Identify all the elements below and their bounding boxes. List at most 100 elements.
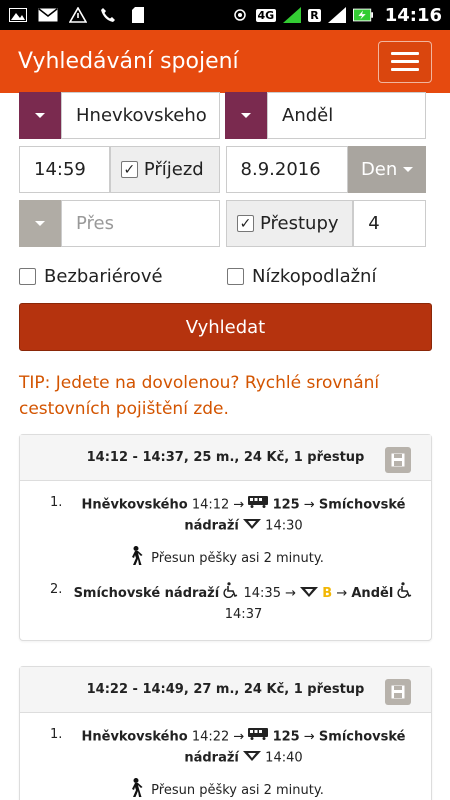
day-button-label: Den <box>360 159 398 180</box>
mail-icon <box>38 7 58 23</box>
hamburger-icon-line <box>391 52 419 55</box>
walking-person-icon <box>127 778 143 800</box>
leg-departure: 14:35 <box>243 586 281 601</box>
leg-from: Hněvkovského <box>81 497 188 513</box>
notification-icons <box>8 7 148 23</box>
result-summary: 14:22 - 14:49, 27 m., 24 Kč, 1 přestup <box>20 667 431 713</box>
via-input[interactable]: Přes <box>61 200 220 247</box>
app-title: Vyhledávání spojení <box>18 49 239 74</box>
barrier-free-label: Bezbariérové <box>44 266 163 287</box>
to-group: Anděl <box>225 92 426 139</box>
checkbox-checked-icon[interactable]: ✓ <box>120 161 138 178</box>
metro-icon <box>300 584 319 604</box>
bus-icon <box>248 727 269 747</box>
checkbox-checked-icon[interactable]: ✓ <box>237 215 254 232</box>
wifi-hotspot-icon <box>230 7 250 23</box>
leg-description: Smíchovské nádraží 14:35 → B → Anděl 14:… <box>72 582 415 625</box>
result-summary-text: 14:22 - 14:49, 27 m., 24 Kč, 1 přestup <box>86 682 365 697</box>
low-floor-option[interactable]: Nízkopodlažní <box>227 266 376 287</box>
walk-text: Přesun pěšky asi 2 minuty. <box>151 550 324 566</box>
from-dropdown-button[interactable] <box>19 92 61 139</box>
to-input[interactable]: Anděl <box>267 92 426 139</box>
network-type: 4G <box>255 8 277 22</box>
walking-person-icon <box>127 546 143 570</box>
walk-info: Přesun pěšky asi 2 minuty. <box>36 546 415 570</box>
leg-arrival: 14:40 <box>265 750 303 765</box>
metro-icon <box>243 516 262 536</box>
leg-to: Anděl <box>351 586 394 601</box>
date-input[interactable]: 8.9.2016 <box>225 146 349 193</box>
wheelchair-icon <box>223 582 239 605</box>
menu-button[interactable] <box>378 40 432 83</box>
hamburger-icon-line <box>391 60 419 63</box>
signal-icon <box>282 7 302 23</box>
system-icons: 4G R 14:16 <box>230 5 442 26</box>
search-button[interactable]: Vyhledat <box>19 303 432 351</box>
caret-down-icon <box>35 113 45 118</box>
route-row: Hnevkovskeho Anděl <box>19 92 426 139</box>
battery-charging-icon <box>352 7 373 23</box>
barrier-free-option[interactable]: Bezbariérové <box>19 266 227 287</box>
sd-card-icon <box>128 7 148 23</box>
day-dropdown-button[interactable]: Den <box>348 146 426 193</box>
result-summary-text: 14:12 - 14:37, 25 m., 24 Kč, 1 přestup <box>86 450 365 465</box>
via-group: Přes <box>19 200 220 247</box>
tip-link[interactable]: TIP: Jedete na dovolenou? Rychlé srovnán… <box>19 370 432 422</box>
time-input[interactable]: 14:59 <box>19 146 110 193</box>
leg-departure: 14:12 <box>191 497 230 513</box>
leg-from: Hněvkovského <box>81 729 188 745</box>
leg-line: B <box>322 586 333 601</box>
call-icon <box>98 7 118 23</box>
roaming-indicator: R <box>308 8 321 22</box>
leg-item: 1. Hněvkovského 14:12 → 125 → Smíchovské… <box>36 495 415 536</box>
clock: 14:16 <box>384 4 442 26</box>
transfers-toggle[interactable]: ✓ Přestupy <box>226 200 354 247</box>
result-summary: 14:12 - 14:37, 25 m., 24 Kč, 1 přestup <box>20 435 431 481</box>
leg-description: Hněvkovského 14:22 → 125 → Smíchovské ná… <box>72 727 415 768</box>
result-card[interactable]: 14:22 - 14:49, 27 m., 24 Kč, 1 přestup 1… <box>19 666 432 800</box>
leg-arrival: 14:37 <box>224 607 263 622</box>
via-row: Přes ✓ Přestupy 4 <box>19 200 426 247</box>
leg-line: 125 <box>272 497 300 513</box>
leg-number: 2. <box>50 582 63 597</box>
leg-departure: 14:22 <box>191 729 230 745</box>
result-card[interactable]: 14:12 - 14:37, 25 m., 24 Kč, 1 přestup 1… <box>19 434 432 641</box>
to-dropdown-button[interactable] <box>225 92 267 139</box>
bus-icon <box>248 495 269 515</box>
from-group: Hnevkovskeho <box>19 92 220 139</box>
time-row: 14:59 ✓ Příjezd 8.9.2016 Den <box>19 146 426 193</box>
caret-down-icon <box>403 167 414 172</box>
arrival-toggle[interactable]: ✓ Příjezd <box>109 146 220 193</box>
result-body: 1. Hněvkovského 14:12 → 125 → Smíchovské… <box>20 481 431 625</box>
checkbox-icon[interactable] <box>19 268 36 285</box>
from-input[interactable]: Hnevkovskeho <box>61 92 220 139</box>
caret-down-icon <box>35 221 45 226</box>
leg-description: Hněvkovského 14:12 → 125 → Smíchovské ná… <box>72 495 415 536</box>
via-dropdown-button[interactable] <box>19 200 61 247</box>
leg-arrival: 14:30 <box>265 518 303 533</box>
leg-number: 1. <box>50 495 63 510</box>
transfers-input[interactable]: 4 <box>353 200 426 247</box>
signal-sim2-icon <box>327 7 347 23</box>
caret-down-icon <box>241 113 251 118</box>
leg-item: 2. Smíchovské nádraží 14:35 → B → Anděl … <box>36 582 415 625</box>
metro-icon <box>243 748 262 768</box>
checkbox-icon[interactable] <box>227 268 244 285</box>
warning-icon <box>68 7 88 23</box>
save-icon[interactable] <box>385 447 411 473</box>
image-icon <box>8 7 28 23</box>
walk-info: Přesun pěšky asi 2 minuty. <box>36 778 415 800</box>
low-floor-label: Nízkopodlažní <box>252 266 377 287</box>
result-body: 1. Hněvkovského 14:22 → 125 → Smíchovské… <box>20 713 431 800</box>
leg-line: 125 <box>272 729 300 745</box>
arrival-label: Příjezd <box>143 159 204 180</box>
leg-from: Smíchovské nádraží <box>73 586 220 601</box>
status-bar: 4G R 14:16 <box>0 0 450 30</box>
wheelchair-icon <box>397 582 413 605</box>
save-icon[interactable] <box>385 679 411 705</box>
app-bar: Vyhledávání spojení <box>0 30 450 93</box>
accessibility-options: Bezbariérové Nízkopodlažní <box>19 266 426 287</box>
walk-text: Přesun pěšky asi 2 minuty. <box>151 782 324 798</box>
leg-item: 1. Hněvkovského 14:22 → 125 → Smíchovské… <box>36 727 415 768</box>
leg-number: 1. <box>50 727 63 742</box>
